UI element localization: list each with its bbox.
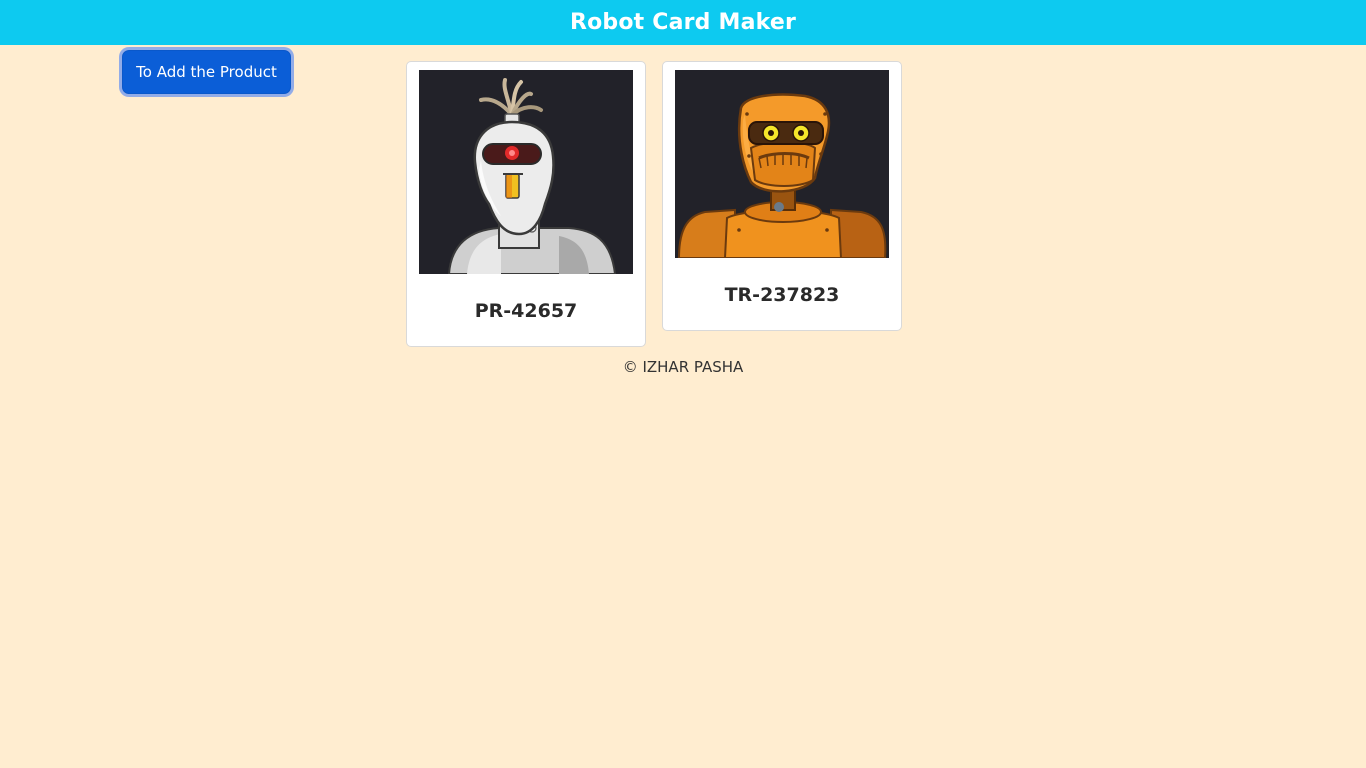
robot-card: TR-237823 <box>662 61 902 331</box>
footer-copyright: © IZHAR PASHA <box>622 358 744 376</box>
app-title: Robot Card Maker <box>569 10 797 35</box>
robot-card-title: PR-42657 <box>474 300 578 322</box>
robot-image-orange <box>675 70 889 258</box>
add-product-button[interactable]: To Add the Product <box>122 50 291 94</box>
robot-image-white <box>419 70 633 274</box>
app-header: Robot Card Maker <box>0 0 1366 45</box>
robot-card: PR-42657 <box>406 61 646 347</box>
robot-card-title: TR-237823 <box>724 284 840 306</box>
